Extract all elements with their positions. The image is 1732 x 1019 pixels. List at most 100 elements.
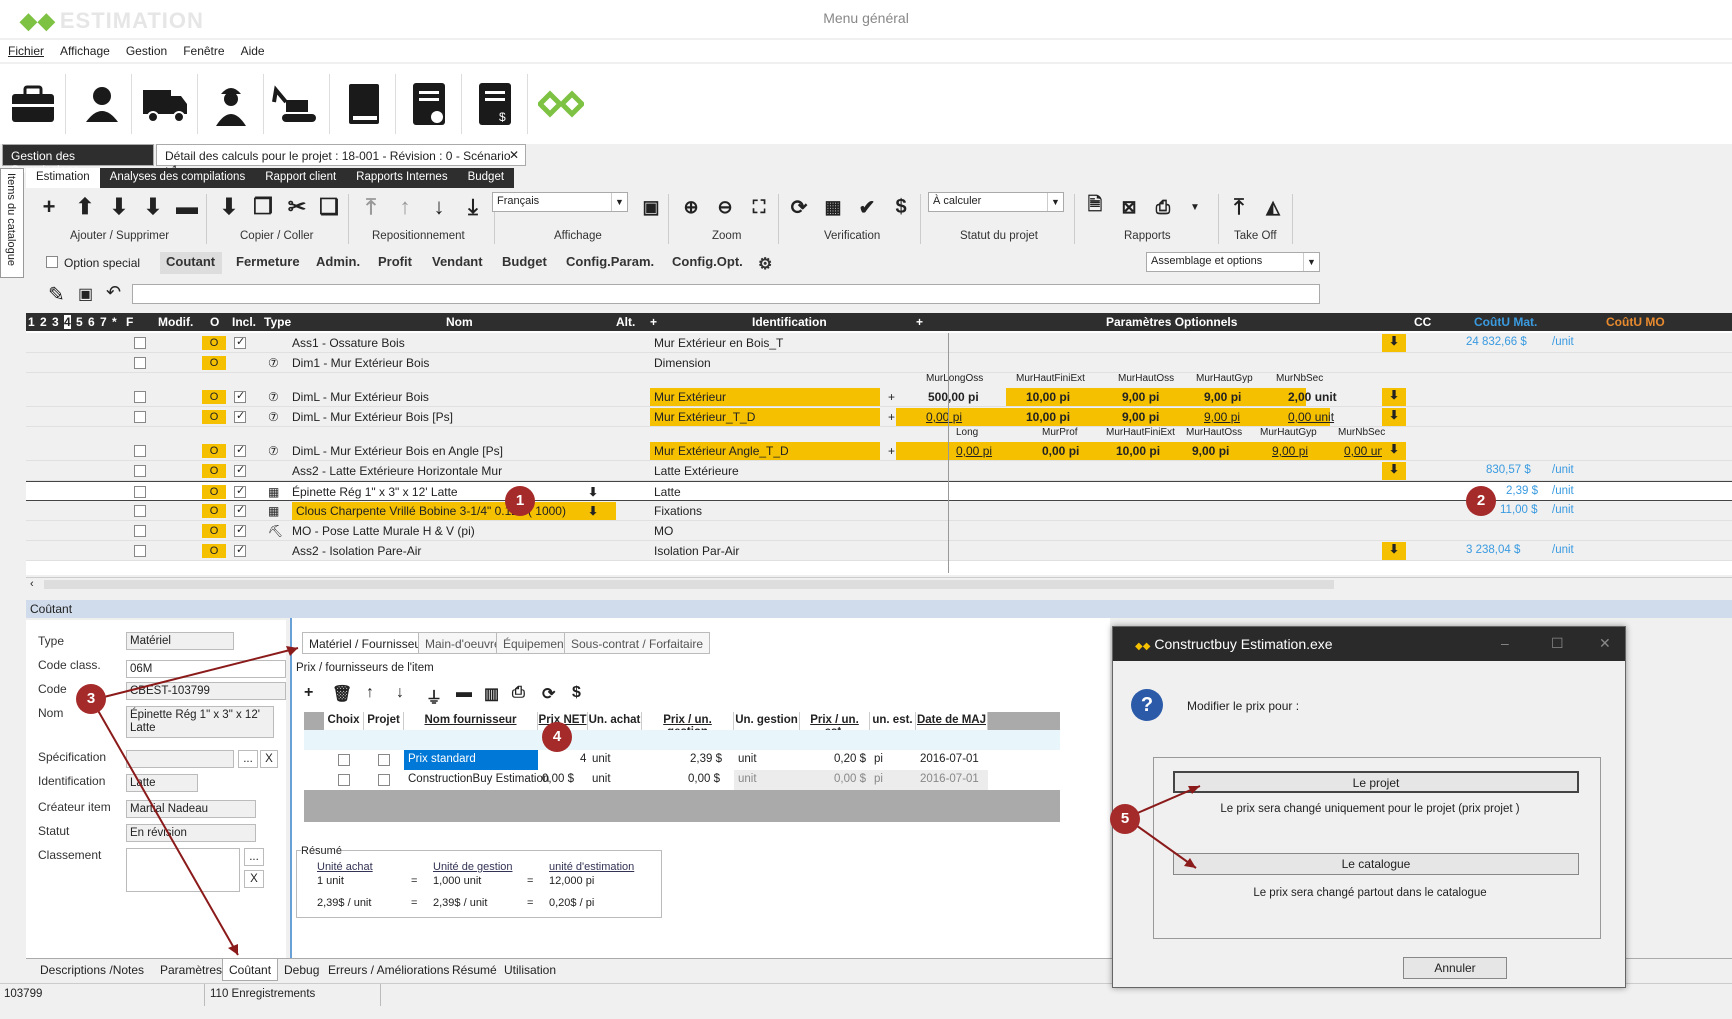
filter-icon[interactable]: ⏚ — [426, 684, 442, 708]
tab-materiel-fournisseur[interactable]: Matériel / Fournisseur — [302, 632, 433, 654]
delete-icon[interactable]: 🗑 — [332, 684, 352, 704]
delete-icon[interactable]: ▬ — [174, 194, 200, 220]
import-icon[interactable]: ⬇ — [216, 194, 242, 220]
tab-rapports-internes[interactable]: Rapports Internes — [346, 168, 457, 188]
col-type[interactable]: Type — [264, 315, 291, 329]
insert-below-icon[interactable]: ⬇ — [106, 194, 132, 220]
col-5[interactable]: 5 — [76, 315, 83, 329]
specification-field[interactable] — [126, 750, 234, 768]
col-star[interactable]: * — [112, 315, 117, 329]
chart-icon[interactable]: ▥ — [484, 684, 499, 704]
zoom-out-icon[interactable]: ⊖ — [712, 194, 738, 220]
col-cout-mat[interactable]: CoûtU Mat. — [1474, 315, 1537, 329]
grid-horizontal-scrollbar[interactable]: ‹ — [26, 577, 1732, 591]
copy-icon[interactable]: ❐ — [250, 194, 276, 220]
col-nom[interactable]: Nom — [446, 315, 473, 329]
filter-profit[interactable]: Profit — [378, 254, 412, 269]
truck-icon[interactable] — [132, 74, 198, 134]
code-class-field[interactable]: 06M — [126, 660, 286, 678]
formula-input[interactable] — [132, 284, 1320, 304]
filter-budget[interactable]: Budget — [502, 254, 547, 269]
move-up-icon[interactable]: ↑ — [392, 194, 418, 220]
option-special-checkbox[interactable] — [46, 256, 58, 268]
col-f[interactable]: F — [126, 315, 133, 329]
excavator-icon[interactable] — [264, 74, 330, 134]
move-top-icon[interactable]: ⤒ — [358, 194, 384, 220]
excel-icon[interactable]: ⊠ — [1116, 194, 1142, 220]
save-icon[interactable]: ▣ — [78, 284, 93, 304]
tab-resume[interactable]: Résumé — [446, 959, 503, 981]
spec-clear-button[interactable]: X — [260, 750, 278, 768]
maximize-icon[interactable]: ☐ — [1551, 635, 1564, 652]
zoom-fit-icon[interactable]: ⛶ — [746, 194, 772, 220]
identification-field[interactable]: Latte — [126, 774, 198, 792]
menu-aide[interactable]: Aide — [233, 40, 273, 58]
catalog-side-tab[interactable]: Items du catalogue — [0, 168, 24, 278]
col-parametres[interactable]: Paramètres Optionnels — [1106, 315, 1237, 329]
code-field[interactable]: CBEST-103799 — [126, 682, 286, 700]
tab-rapport-client[interactable]: Rapport client — [255, 168, 346, 188]
tab-parametres[interactable]: Paramètres — [154, 959, 228, 981]
invoice-icon[interactable]: $ — [462, 74, 528, 134]
takeoff-icon[interactable]: ◭ — [1260, 194, 1286, 220]
filter-config-opt[interactable]: Config.Opt. — [672, 254, 743, 269]
upload-icon[interactable]: ⤒ — [1226, 194, 1252, 220]
tab-sous-contrat[interactable]: Sous-contrat / Forfaitaire — [564, 632, 711, 654]
settings-gear-icon[interactable]: ⚙ — [758, 254, 772, 274]
col-7[interactable]: 7 — [100, 315, 107, 329]
assembly-select[interactable]: Assemblage et options ▼ — [1146, 252, 1320, 272]
refresh-icon[interactable]: ⟳ — [786, 194, 812, 220]
filter-admin[interactable]: Admin. — [316, 254, 360, 269]
col-4[interactable]: 4 — [64, 315, 71, 329]
tab-erreurs[interactable]: Erreurs / Améliorations — [322, 959, 455, 981]
table-row[interactable]: O Ass2 - Latte Extérieure Horizontale Mu… — [26, 461, 1732, 481]
tab-equipement[interactable]: Équipement — [496, 632, 575, 654]
project-status-select[interactable]: À calculer ▼ — [928, 192, 1064, 212]
dropdown-icon[interactable]: ▼ — [1182, 194, 1208, 220]
worker-icon[interactable] — [198, 74, 264, 134]
tab-estimation[interactable]: Estimation — [26, 168, 100, 188]
briefcase-icon[interactable] — [0, 74, 66, 134]
minus-icon[interactable]: ▬ — [456, 684, 472, 702]
close-icon[interactable]: ✕ — [1599, 635, 1611, 652]
down-icon[interactable]: ↓ — [396, 684, 404, 702]
table-row[interactable]: O Ass1 - Ossature Bois Mur Extérieur en … — [26, 333, 1732, 353]
col-plus-2[interactable]: + — [916, 315, 923, 329]
filter-config-param[interactable]: Config.Param. — [566, 254, 654, 269]
menu-fenetre[interactable]: Fenêtre — [175, 40, 232, 58]
tab-detail-calculs[interactable]: Détail des calculs pour le projet : 18-0… — [156, 144, 526, 177]
col-modif[interactable]: Modif. — [158, 315, 193, 329]
book-icon[interactable] — [330, 74, 396, 134]
tab-budget[interactable]: Budget — [458, 168, 514, 188]
tab-utilisation[interactable]: Utilisation — [498, 959, 562, 981]
classement-browse-button[interactable]: ... — [244, 848, 264, 866]
menu-affichage[interactable]: Affichage — [52, 40, 118, 58]
up-icon[interactable]: ↑ — [366, 684, 374, 702]
tab-debug[interactable]: Debug — [278, 959, 325, 981]
col-plus[interactable]: + — [650, 315, 657, 329]
col-1[interactable]: 1 — [28, 315, 35, 329]
move-bottom-icon[interactable]: ⤓ — [460, 194, 486, 220]
annuler-button[interactable]: Annuler — [1403, 957, 1507, 979]
language-select[interactable]: Français ▼ — [492, 192, 628, 212]
table-row[interactable]: O Ass2 - Isolation Pare-Air Isolation Pa… — [26, 541, 1732, 561]
le-catalogue-button[interactable]: Le catalogue — [1173, 853, 1579, 875]
tab-coutant[interactable]: Coûtant — [222, 959, 279, 981]
undo-icon[interactable]: ↶ — [106, 282, 121, 303]
menu-fichier[interactable]: Fichier — [0, 40, 52, 58]
table-row[interactable]: O ⑦ DimL - Mur Extérieur Bois en Angle [… — [26, 441, 1732, 461]
pencil-icon[interactable]: ✎ — [48, 282, 65, 307]
minimize-icon[interactable]: – — [1501, 635, 1509, 651]
createur-field[interactable]: Martial Nadeau — [126, 800, 256, 818]
refresh-icon[interactable]: ⟳ — [542, 684, 555, 704]
print-icon[interactable]: ⎙ — [1150, 194, 1176, 220]
price-row[interactable]: ConstructionBuy Estimation 0,00 $ unit 0… — [304, 770, 1060, 790]
cc-arrow-icon[interactable]: ⬇ — [1382, 334, 1406, 352]
tab-gestion-soumissions[interactable]: Gestion des Soumissions — [2, 144, 154, 177]
zoom-in-icon[interactable]: ⊕ — [678, 194, 704, 220]
filter-row[interactable] — [304, 730, 1060, 750]
col-incl[interactable]: Incl. — [232, 315, 256, 329]
type-field[interactable]: Matériel — [126, 632, 234, 650]
image-icon[interactable]: ▣ — [638, 194, 664, 220]
col-6[interactable]: 6 — [88, 315, 95, 329]
